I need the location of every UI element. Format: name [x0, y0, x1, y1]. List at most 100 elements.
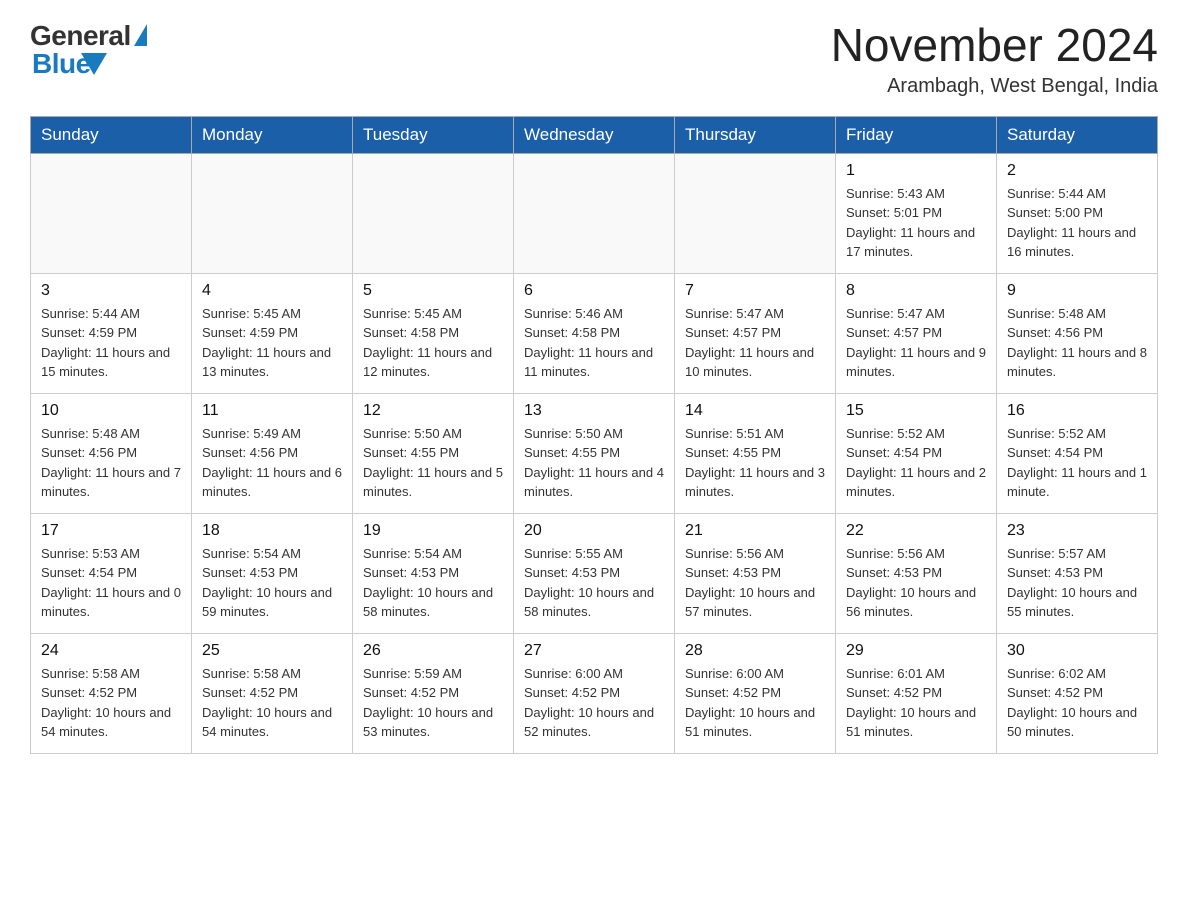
day-info: Sunrise: 5:54 AM Sunset: 4:53 PM Dayligh…	[202, 544, 342, 622]
calendar-day-cell: 24 Sunrise: 5:58 AM Sunset: 4:52 PM Dayli…	[31, 633, 192, 753]
calendar-day-cell: 9Sunrise: 5:48 AM Sunset: 4:56 PM Daylig…	[997, 273, 1158, 393]
calendar-day-cell	[31, 153, 192, 273]
day-header-saturday: Saturday	[997, 116, 1158, 153]
day-number: 8	[846, 282, 986, 300]
page-header: General Blue November 2024 Arambagh, Wes…	[30, 20, 1158, 98]
calendar-day-cell	[192, 153, 353, 273]
day-info: Sunrise: 5:47 AM Sunset: 4:57 PM Dayligh…	[685, 304, 825, 382]
day-info: Sunrise: 5:44 AM Sunset: 4:59 PM Dayligh…	[41, 304, 181, 382]
calendar-week-row: 10 Sunrise: 5:48 AM Sunset: 4:56 PM Dayli…	[31, 393, 1158, 513]
day-number: 17	[41, 522, 181, 540]
day-number: 10	[41, 402, 181, 420]
calendar-day-cell: 13 Sunrise: 5:50 AM Sunset: 4:55 PM Dayli…	[514, 393, 675, 513]
calendar-day-cell: 27 Sunrise: 6:00 AM Sunset: 4:52 PM Dayli…	[514, 633, 675, 753]
day-number: 12	[363, 402, 503, 420]
day-number: 5	[363, 282, 503, 300]
day-info: Sunrise: 5:45 AM Sunset: 4:59 PM Dayligh…	[202, 304, 342, 382]
day-number: 21	[685, 522, 825, 540]
day-number: 2	[1007, 162, 1147, 180]
day-number: 13	[524, 402, 664, 420]
calendar-day-cell: 19Sunrise: 5:54 AM Sunset: 4:53 PM Dayli…	[353, 513, 514, 633]
day-number: 24	[41, 642, 181, 660]
calendar-day-cell: 10 Sunrise: 5:48 AM Sunset: 4:56 PM Dayli…	[31, 393, 192, 513]
calendar-day-cell: 16 Sunrise: 5:52 AM Sunset: 4:54 PM Dayli…	[997, 393, 1158, 513]
day-number: 27	[524, 642, 664, 660]
calendar-header-row: SundayMondayTuesdayWednesdayThursdayFrid…	[31, 116, 1158, 153]
day-number: 20	[524, 522, 664, 540]
day-number: 4	[202, 282, 342, 300]
calendar-day-cell: 7 Sunrise: 5:47 AM Sunset: 4:57 PM Daylig…	[675, 273, 836, 393]
day-info: Sunrise: 5:45 AM Sunset: 4:58 PM Dayligh…	[363, 304, 503, 382]
calendar-day-cell: 5 Sunrise: 5:45 AM Sunset: 4:58 PM Daylig…	[353, 273, 514, 393]
day-info: Sunrise: 5:58 AM Sunset: 4:52 PM Dayligh…	[202, 664, 342, 742]
calendar-day-cell: 14 Sunrise: 5:51 AM Sunset: 4:55 PM Dayli…	[675, 393, 836, 513]
day-number: 1	[846, 162, 986, 180]
day-number: 26	[363, 642, 503, 660]
day-info: Sunrise: 5:58 AM Sunset: 4:52 PM Dayligh…	[41, 664, 181, 742]
calendar-week-row: 1 Sunrise: 5:43 AM Sunset: 5:01 PM Daylig…	[31, 153, 1158, 273]
day-header-sunday: Sunday	[31, 116, 192, 153]
day-info: Sunrise: 6:02 AM Sunset: 4:52 PM Dayligh…	[1007, 664, 1147, 742]
day-number: 18	[202, 522, 342, 540]
calendar-day-cell: 3 Sunrise: 5:44 AM Sunset: 4:59 PM Daylig…	[31, 273, 192, 393]
calendar-day-cell: 2Sunrise: 5:44 AM Sunset: 5:00 PM Daylig…	[997, 153, 1158, 273]
day-info: Sunrise: 5:53 AM Sunset: 4:54 PM Dayligh…	[41, 544, 181, 622]
calendar-day-cell: 30Sunrise: 6:02 AM Sunset: 4:52 PM Dayli…	[997, 633, 1158, 753]
calendar-day-cell: 11 Sunrise: 5:49 AM Sunset: 4:56 PM Dayli…	[192, 393, 353, 513]
day-info: Sunrise: 5:50 AM Sunset: 4:55 PM Dayligh…	[524, 424, 664, 502]
calendar-day-cell: 28Sunrise: 6:00 AM Sunset: 4:52 PM Dayli…	[675, 633, 836, 753]
day-header-thursday: Thursday	[675, 116, 836, 153]
day-header-wednesday: Wednesday	[514, 116, 675, 153]
calendar-day-cell: 21 Sunrise: 5:56 AM Sunset: 4:53 PM Dayli…	[675, 513, 836, 633]
calendar-day-cell: 29Sunrise: 6:01 AM Sunset: 4:52 PM Dayli…	[836, 633, 997, 753]
day-number: 7	[685, 282, 825, 300]
day-number: 25	[202, 642, 342, 660]
calendar-day-cell: 15Sunrise: 5:52 AM Sunset: 4:54 PM Dayli…	[836, 393, 997, 513]
calendar-day-cell: 23 Sunrise: 5:57 AM Sunset: 4:53 PM Dayli…	[997, 513, 1158, 633]
calendar-day-cell: 25 Sunrise: 5:58 AM Sunset: 4:52 PM Dayli…	[192, 633, 353, 753]
day-info: Sunrise: 5:48 AM Sunset: 4:56 PM Dayligh…	[41, 424, 181, 502]
day-info: Sunrise: 5:47 AM Sunset: 4:57 PM Dayligh…	[846, 304, 986, 382]
day-number: 14	[685, 402, 825, 420]
calendar-day-cell: 18 Sunrise: 5:54 AM Sunset: 4:53 PM Dayli…	[192, 513, 353, 633]
day-info: Sunrise: 5:59 AM Sunset: 4:52 PM Dayligh…	[363, 664, 503, 742]
day-info: Sunrise: 5:56 AM Sunset: 4:53 PM Dayligh…	[846, 544, 986, 622]
day-info: Sunrise: 5:43 AM Sunset: 5:01 PM Dayligh…	[846, 184, 986, 262]
day-info: Sunrise: 5:52 AM Sunset: 4:54 PM Dayligh…	[1007, 424, 1147, 502]
calendar-day-cell	[675, 153, 836, 273]
day-number: 6	[524, 282, 664, 300]
calendar-day-cell	[514, 153, 675, 273]
day-info: Sunrise: 6:00 AM Sunset: 4:52 PM Dayligh…	[524, 664, 664, 742]
day-header-friday: Friday	[836, 116, 997, 153]
calendar-subtitle: Arambagh, West Bengal, India	[831, 75, 1158, 98]
day-info: Sunrise: 5:51 AM Sunset: 4:55 PM Dayligh…	[685, 424, 825, 502]
calendar-table: SundayMondayTuesdayWednesdayThursdayFrid…	[30, 116, 1158, 754]
day-number: 23	[1007, 522, 1147, 540]
calendar-day-cell: 20 Sunrise: 5:55 AM Sunset: 4:53 PM Dayli…	[514, 513, 675, 633]
day-info: Sunrise: 5:56 AM Sunset: 4:53 PM Dayligh…	[685, 544, 825, 622]
day-number: 22	[846, 522, 986, 540]
calendar-week-row: 24 Sunrise: 5:58 AM Sunset: 4:52 PM Dayli…	[31, 633, 1158, 753]
calendar-week-row: 17 Sunrise: 5:53 AM Sunset: 4:54 PM Dayli…	[31, 513, 1158, 633]
calendar-day-cell: 17 Sunrise: 5:53 AM Sunset: 4:54 PM Dayli…	[31, 513, 192, 633]
day-info: Sunrise: 5:49 AM Sunset: 4:56 PM Dayligh…	[202, 424, 342, 502]
day-number: 28	[685, 642, 825, 660]
logo-triangle-icon	[134, 24, 147, 46]
title-block: November 2024 Arambagh, West Bengal, Ind…	[831, 20, 1158, 98]
day-number: 16	[1007, 402, 1147, 420]
calendar-day-cell: 22 Sunrise: 5:56 AM Sunset: 4:53 PM Dayli…	[836, 513, 997, 633]
day-info: Sunrise: 5:57 AM Sunset: 4:53 PM Dayligh…	[1007, 544, 1147, 622]
calendar-day-cell: 12 Sunrise: 5:50 AM Sunset: 4:55 PM Dayli…	[353, 393, 514, 513]
day-info: Sunrise: 5:50 AM Sunset: 4:55 PM Dayligh…	[363, 424, 503, 502]
calendar-day-cell: 26 Sunrise: 5:59 AM Sunset: 4:52 PM Dayli…	[353, 633, 514, 753]
day-info: Sunrise: 6:01 AM Sunset: 4:52 PM Dayligh…	[846, 664, 986, 742]
calendar-day-cell	[353, 153, 514, 273]
day-info: Sunrise: 5:55 AM Sunset: 4:53 PM Dayligh…	[524, 544, 664, 622]
calendar-day-cell: 1 Sunrise: 5:43 AM Sunset: 5:01 PM Daylig…	[836, 153, 997, 273]
calendar-day-cell: 8 Sunrise: 5:47 AM Sunset: 4:57 PM Daylig…	[836, 273, 997, 393]
day-number: 9	[1007, 282, 1147, 300]
day-number: 11	[202, 402, 342, 420]
day-info: Sunrise: 5:46 AM Sunset: 4:58 PM Dayligh…	[524, 304, 664, 382]
day-number: 3	[41, 282, 181, 300]
calendar-title: November 2024	[831, 20, 1158, 71]
